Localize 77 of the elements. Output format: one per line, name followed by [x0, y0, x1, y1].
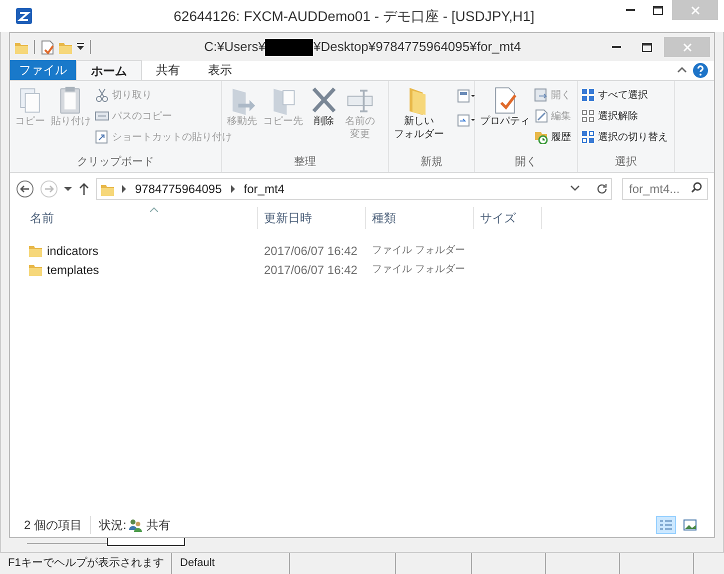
refresh-icon	[596, 183, 608, 195]
ribbon-button[interactable]: 履歴	[534, 128, 571, 146]
properties-icon	[40, 40, 55, 54]
maximize-icon	[653, 6, 663, 14]
ribbon-button[interactable]: 選択解除	[581, 107, 668, 125]
collapse-icon	[677, 65, 687, 75]
table-cell-text: 2017/06/07 16:42	[263, 262, 358, 278]
forward-icon	[40, 180, 58, 198]
chevron-right-icon	[230, 185, 236, 193]
picture-view-icon	[683, 519, 697, 531]
dropdown-icon	[64, 185, 72, 193]
edit-icon	[534, 109, 548, 123]
table-cell-text: ファイル フォルダー	[371, 244, 466, 258]
group-label: 新規	[420, 154, 444, 170]
file-row[interactable]: indicators 2017/06/07 16:42 ファイル フォルダー	[24, 241, 714, 260]
minimize-icon	[626, 9, 634, 11]
path-text: ¥Desktop¥9784775964095¥for_mt4	[313, 38, 521, 56]
column-header[interactable]: サイズ	[474, 207, 542, 229]
select-all-icon	[581, 88, 595, 102]
users-icon	[128, 518, 142, 532]
file-name: indicators	[47, 242, 98, 260]
status-text: F1キーでヘルプが表示されます	[8, 556, 164, 572]
chevron-right-icon	[121, 185, 127, 193]
status-label: 状況:	[98, 517, 126, 534]
close-icon	[682, 42, 692, 52]
invert-selection-icon	[581, 130, 595, 144]
file-row[interactable]: templates 2017/06/07 16:42 ファイル フォルダー	[24, 260, 714, 279]
window-title: 62644126: FXCM-AUDDemo01 - デモ口座 - [USDJPY,H1]	[172, 6, 536, 26]
maximize-icon	[642, 42, 652, 52]
ribbon-button[interactable]: プロパティ	[478, 85, 532, 128]
item-count: 2 個の項目	[24, 516, 92, 534]
app-logo-icon	[16, 8, 32, 24]
details-view-icon	[659, 519, 673, 531]
status-value: 共有	[146, 517, 170, 534]
file-name: templates	[47, 262, 100, 278]
path-text: C:¥Users¥	[204, 38, 266, 56]
shortcut-icon	[95, 130, 109, 144]
new-item-icon	[456, 89, 476, 103]
close-icon	[690, 6, 700, 14]
ribbon-tab[interactable]: 共有	[142, 60, 194, 80]
select-none-icon	[581, 109, 595, 123]
up-arrow-icon	[78, 182, 90, 196]
view-button[interactable]	[656, 516, 676, 534]
ribbon-button[interactable]	[456, 87, 478, 105]
search-icon	[691, 182, 702, 193]
status-text: Default	[180, 556, 215, 572]
folder-icon	[28, 262, 43, 277]
folder-icon	[28, 243, 43, 258]
breadcrumb[interactable]: 9784775964095	[133, 180, 224, 198]
minimize-icon	[612, 46, 620, 48]
column-header[interactable]: 種類	[366, 207, 474, 229]
easy-access-icon	[456, 113, 476, 127]
address-bar[interactable]: 9784775964095 for_mt4	[96, 178, 612, 200]
group-label: 整理	[293, 155, 317, 170]
ribbon-tab[interactable]: ファイル	[10, 60, 76, 80]
ribbon-tab[interactable]: 表示	[194, 60, 246, 80]
scissors-icon	[95, 88, 109, 102]
ribbon-tab[interactable]: ホーム	[76, 60, 142, 80]
table-cell-text: 2017/06/07 16:42	[263, 242, 358, 260]
table-cell-text: ファイル フォルダー	[371, 263, 466, 277]
ribbon-button[interactable]: 削除	[307, 85, 341, 128]
chart-tab[interactable]	[107, 538, 185, 546]
ribbon-button[interactable]: すべて選択	[581, 86, 668, 104]
group-label: クリップボード	[76, 154, 155, 170]
chevron-down-icon	[570, 185, 580, 193]
dropdown-icon	[76, 42, 85, 52]
back-icon	[16, 180, 34, 198]
group-label: 開く	[514, 155, 538, 170]
column-header[interactable]: 更新日時	[258, 207, 366, 229]
breadcrumb[interactable]: for_mt4	[242, 180, 286, 198]
search-field[interactable]: for_mt4...	[622, 178, 708, 200]
column-header[interactable]: 名前	[24, 207, 258, 229]
open-icon	[534, 88, 548, 102]
history-icon	[534, 130, 548, 144]
ribbon-button[interactable]: 新しい フォルダー	[392, 85, 446, 141]
group-label: 選択	[614, 155, 638, 170]
ribbon-button[interactable]: 選択の切り替え	[581, 128, 668, 146]
